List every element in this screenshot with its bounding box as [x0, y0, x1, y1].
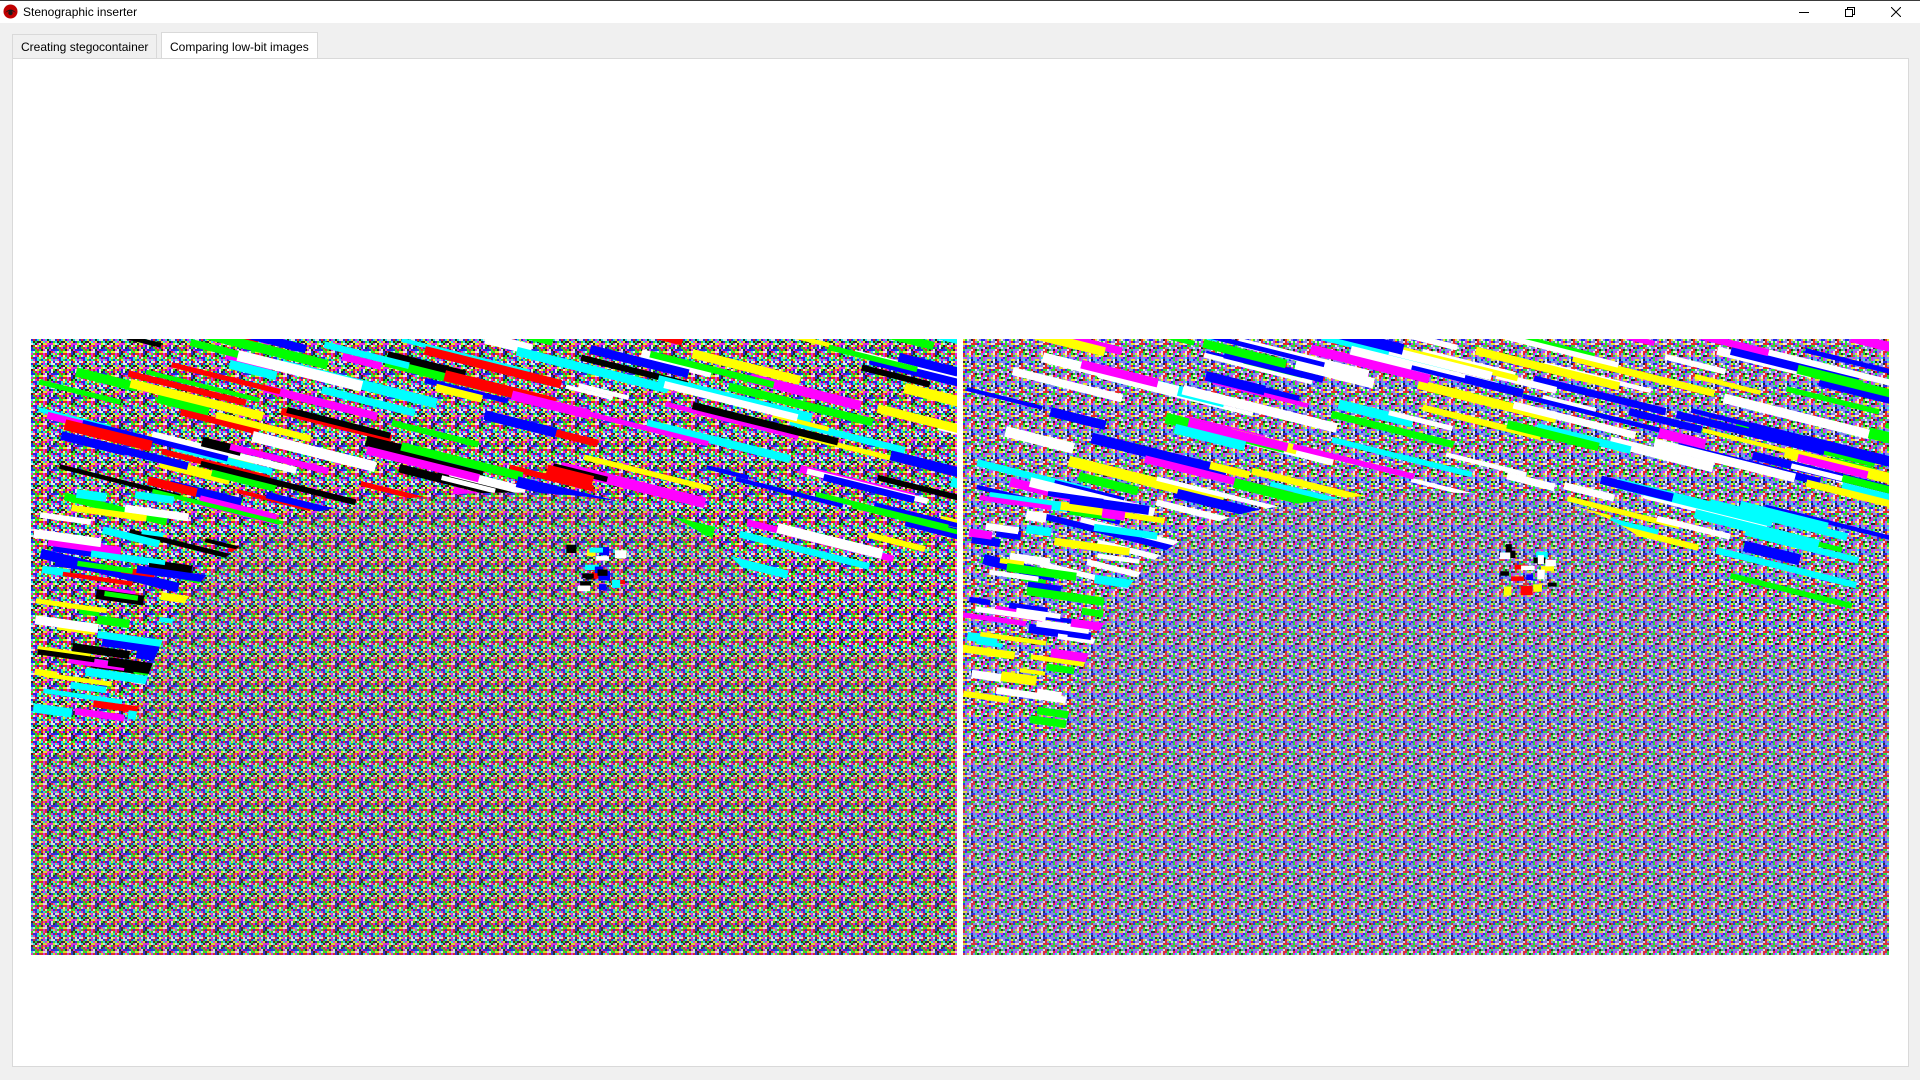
restore-icon: [1845, 7, 1855, 17]
restore-button[interactable]: [1827, 1, 1873, 23]
window-title: Stenographic inserter: [23, 5, 138, 19]
title-bar: Stenographic inserter: [0, 0, 1920, 23]
tab-comparing-low-bit-images[interactable]: Comparing low-bit images: [161, 32, 318, 60]
close-icon: [1891, 7, 1901, 17]
window-bottom-edge: [0, 1068, 1920, 1080]
stego-low-bit-image: [963, 339, 1889, 955]
minimize-icon: [1799, 12, 1809, 13]
original-low-bit-image: [31, 339, 957, 955]
low-bit-noise-image-right: [963, 339, 1889, 955]
tab-creating-stegocontainer[interactable]: Creating stegocontainer: [12, 34, 158, 58]
close-button[interactable]: [1873, 1, 1919, 23]
tab-panel-comparing: [12, 58, 1909, 1067]
minimize-button[interactable]: [1781, 1, 1827, 23]
low-bit-noise-image-left: [31, 339, 957, 955]
app-logo-icon: [3, 4, 18, 19]
